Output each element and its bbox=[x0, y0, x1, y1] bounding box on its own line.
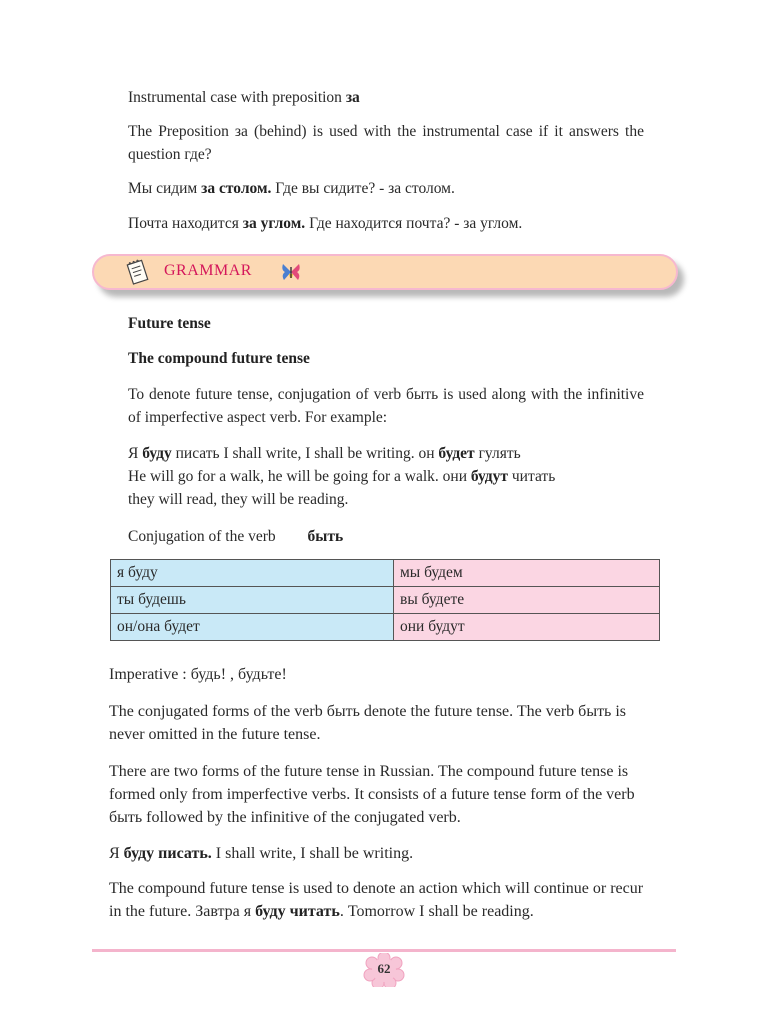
table-cell: ты будешь bbox=[110, 586, 394, 614]
grammar-label: GRAMMAR bbox=[164, 262, 252, 279]
table-row: я буду мы будем bbox=[110, 559, 660, 587]
table-cell: он/она будет bbox=[110, 613, 394, 641]
example-row: He will go for a walk, he will be going … bbox=[128, 468, 556, 485]
example-line-1: Мы сидим за столом. Где вы сидите? - за … bbox=[128, 180, 455, 197]
example-line-2: Почта находится за углом. Где находится … bbox=[128, 215, 523, 232]
grammar-banner: GRAMMAR bbox=[92, 254, 678, 290]
body-paragraph-2: There are two forms of the future tense … bbox=[109, 763, 635, 826]
conjugation-table: я буду мы будем ты будешь вы будете он/о… bbox=[110, 559, 660, 641]
intro-paragraph: The Preposition за (behind) is used with… bbox=[128, 123, 644, 163]
future-examples: Я буду писать I shall write, I shall be … bbox=[128, 442, 644, 511]
notepad-icon bbox=[126, 259, 149, 285]
page-number: 62 bbox=[377, 961, 391, 976]
body-paragraph-4: The compound future tense is used to den… bbox=[109, 880, 644, 920]
butterfly-icon bbox=[282, 264, 300, 280]
table-cell: я буду bbox=[110, 559, 394, 587]
table-cell: они будут bbox=[393, 613, 660, 641]
grammar-title: Future tense bbox=[128, 315, 211, 332]
imperative-line: Imperative : будь! , будьте! bbox=[109, 666, 287, 683]
body-paragraph-1: The conjugated forms of the verb быть de… bbox=[109, 703, 627, 743]
footer-rule bbox=[92, 949, 676, 952]
example-row: Я буду писать I shall write, I shall be … bbox=[128, 445, 521, 462]
section-heading: Instrumental case with preposition за bbox=[128, 89, 360, 106]
table-cell: мы будем bbox=[393, 559, 660, 587]
body-paragraph-3: Я буду писать. I shall write, I shall be… bbox=[109, 845, 414, 862]
table-row: он/она будет они будут bbox=[110, 613, 660, 641]
table-cell: вы будете bbox=[393, 586, 660, 614]
grammar-subtitle: The compound future tense bbox=[128, 350, 310, 367]
example-row: they will read, they will be reading. bbox=[128, 491, 349, 508]
table-row: ты будешь вы будете bbox=[110, 586, 660, 614]
grammar-paragraph: To denote future tense, conjugation of v… bbox=[128, 386, 644, 426]
conjugation-label: Conjugation of the verb быть bbox=[128, 528, 344, 545]
